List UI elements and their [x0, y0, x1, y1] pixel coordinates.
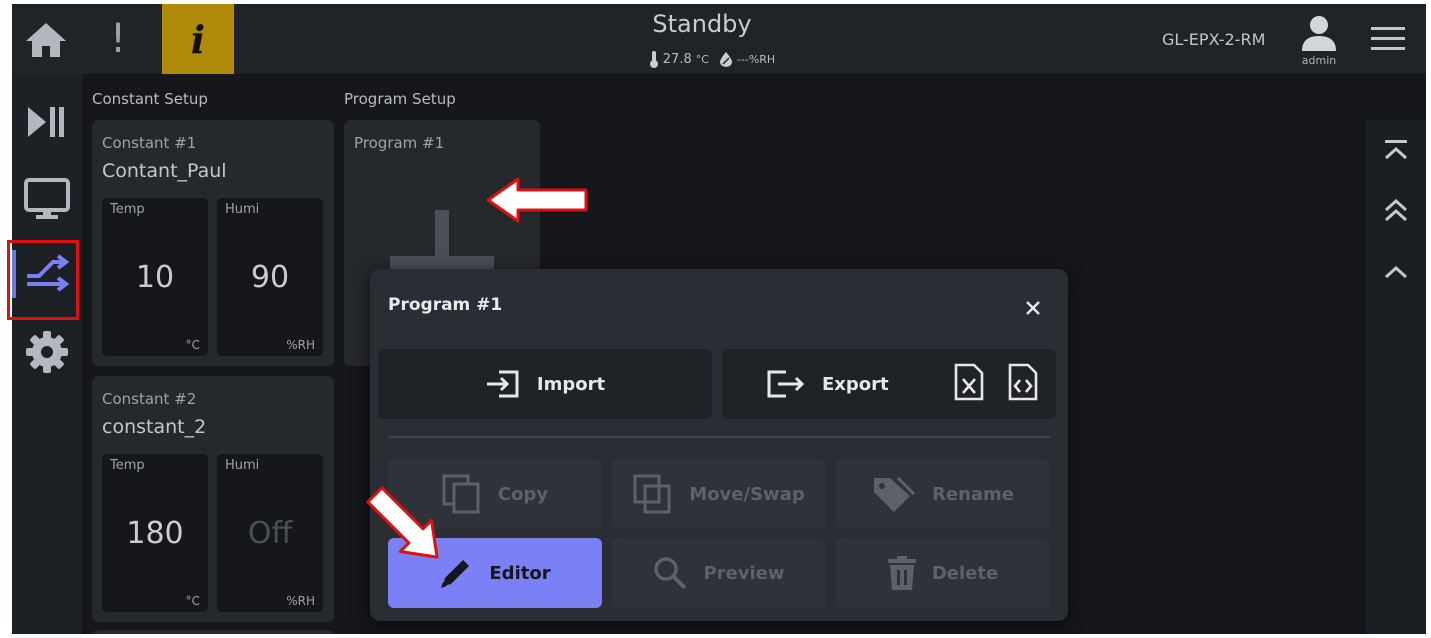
user-icon: [1302, 16, 1336, 51]
copy-button[interactable]: Copy: [388, 459, 602, 529]
import-button[interactable]: Import: [378, 349, 712, 419]
nav-run-pause[interactable]: [12, 92, 82, 152]
thermometer-icon: [649, 51, 658, 68]
editor-button[interactable]: Editor: [388, 538, 602, 608]
program-arrows-icon: [27, 254, 69, 292]
temp-value: 10: [135, 260, 175, 295]
rename-label: Rename: [932, 483, 1014, 505]
hamburger-menu-icon: [1371, 27, 1405, 50]
menu-button[interactable]: [1368, 22, 1408, 56]
temp-label: Temp: [110, 202, 145, 217]
close-icon: [1026, 301, 1040, 315]
delete-button[interactable]: Delete: [836, 538, 1050, 608]
temp-value-box: Temp 10 °C: [102, 198, 208, 356]
info-icon: i: [190, 16, 206, 62]
humidity-readout: ---%RH: [736, 52, 776, 66]
user-name: admin: [1301, 54, 1337, 67]
move-swap-icon: [633, 474, 671, 514]
constant-number: Constant #2: [102, 390, 197, 408]
left-navigation: [12, 74, 82, 634]
alert-icon: !: [109, 16, 127, 62]
move-swap-label: Move/Swap: [689, 483, 805, 505]
preview-button[interactable]: Preview: [612, 538, 826, 608]
temp-unit: °C: [185, 338, 200, 352]
humi-value: 90: [250, 260, 290, 295]
constant-card-1[interactable]: Constant #1 Contant_Paul Temp 10 °C Humi…: [92, 120, 334, 366]
export-excel-button[interactable]: [952, 362, 986, 402]
dialog-divider: [388, 436, 1050, 438]
play-pause-icon: [28, 107, 64, 137]
user-account-button[interactable]: admin: [1296, 14, 1342, 70]
temp-value: 180: [126, 516, 184, 551]
info-button[interactable]: i: [162, 4, 234, 74]
export-icon: [767, 370, 805, 398]
gear-icon: [26, 331, 68, 373]
scroll-rail: [1366, 120, 1426, 634]
trash-icon: [887, 556, 916, 590]
constant-name: constant_2: [102, 416, 207, 438]
app-screen: ! i Standby 27.8 °C ---%RH GL-EPX-2-RM a…: [12, 4, 1426, 634]
pencil-icon: [441, 560, 470, 588]
humi-label: Humi: [225, 202, 260, 217]
program-setup-label: Program Setup: [344, 90, 456, 108]
export-label: Export: [822, 373, 889, 395]
home-button[interactable]: [22, 18, 70, 62]
constant-card-3[interactable]: [92, 630, 334, 634]
humi-value-box: Humi 90 %RH: [217, 198, 323, 356]
nav-monitor[interactable]: [12, 169, 82, 229]
scroll-up-button[interactable]: [1366, 252, 1426, 292]
export-code-button[interactable]: [1006, 362, 1040, 402]
page-up-button[interactable]: [1366, 190, 1426, 230]
humidity-drop-icon: [719, 52, 732, 67]
constant-setup-label: Constant Setup: [92, 90, 208, 108]
humi-label: Humi: [225, 458, 260, 473]
humi-value-box: Humi Off %RH: [217, 454, 323, 612]
close-button[interactable]: [1018, 293, 1048, 323]
editor-label: Editor: [489, 562, 551, 584]
preview-label: Preview: [703, 562, 785, 584]
code-file-icon: [1008, 363, 1038, 401]
import-icon: [486, 370, 519, 398]
humi-unit: %RH: [286, 594, 315, 608]
copy-label: Copy: [497, 483, 549, 505]
rename-tag-icon: [874, 476, 916, 512]
device-name: GL-EPX-2-RM: [1162, 30, 1266, 49]
temp-value-box: Temp 180 °C: [102, 454, 208, 612]
temperature-readout: 27.8: [662, 51, 692, 67]
copy-icon: [442, 474, 480, 514]
rename-button[interactable]: Rename: [836, 459, 1050, 529]
dialog-title: Program #1: [388, 295, 503, 315]
double-chevron-up-icon: [1384, 198, 1408, 222]
nav-program-setup[interactable]: [12, 244, 82, 304]
scroll-to-top-button[interactable]: [1366, 130, 1426, 170]
scroll-top-icon: [1384, 140, 1408, 160]
move-swap-button[interactable]: Move/Swap: [612, 459, 826, 529]
temp-unit: °C: [185, 594, 200, 608]
delete-label: Delete: [931, 562, 999, 584]
status-readout: 27.8 °C ---%RH: [612, 48, 812, 70]
chamber-status: Standby: [652, 10, 752, 38]
temperature-unit: °C: [695, 52, 709, 66]
excel-file-icon: [954, 363, 984, 401]
humi-value: Off: [247, 516, 293, 551]
constant-card-2[interactable]: Constant #2 constant_2 Temp 180 °C Humi …: [92, 376, 334, 622]
program-card-title: Program #1: [354, 134, 445, 152]
search-icon: [654, 557, 687, 590]
chevron-up-icon: [1384, 265, 1408, 279]
alert-button[interactable]: !: [100, 14, 136, 64]
humi-unit: %RH: [286, 338, 315, 352]
program-action-dialog: Program #1 Import Export Copy Move/Swap …: [370, 269, 1068, 621]
home-icon: [26, 23, 66, 57]
constant-number: Constant #1: [102, 134, 197, 152]
temp-label: Temp: [110, 458, 145, 473]
top-bar: ! i Standby 27.8 °C ---%RH GL-EPX-2-RM a…: [12, 4, 1426, 74]
monitor-icon: [24, 178, 70, 219]
constant-name: Contant_Paul: [102, 160, 227, 182]
nav-settings[interactable]: [12, 322, 82, 382]
import-label: Import: [536, 373, 606, 395]
